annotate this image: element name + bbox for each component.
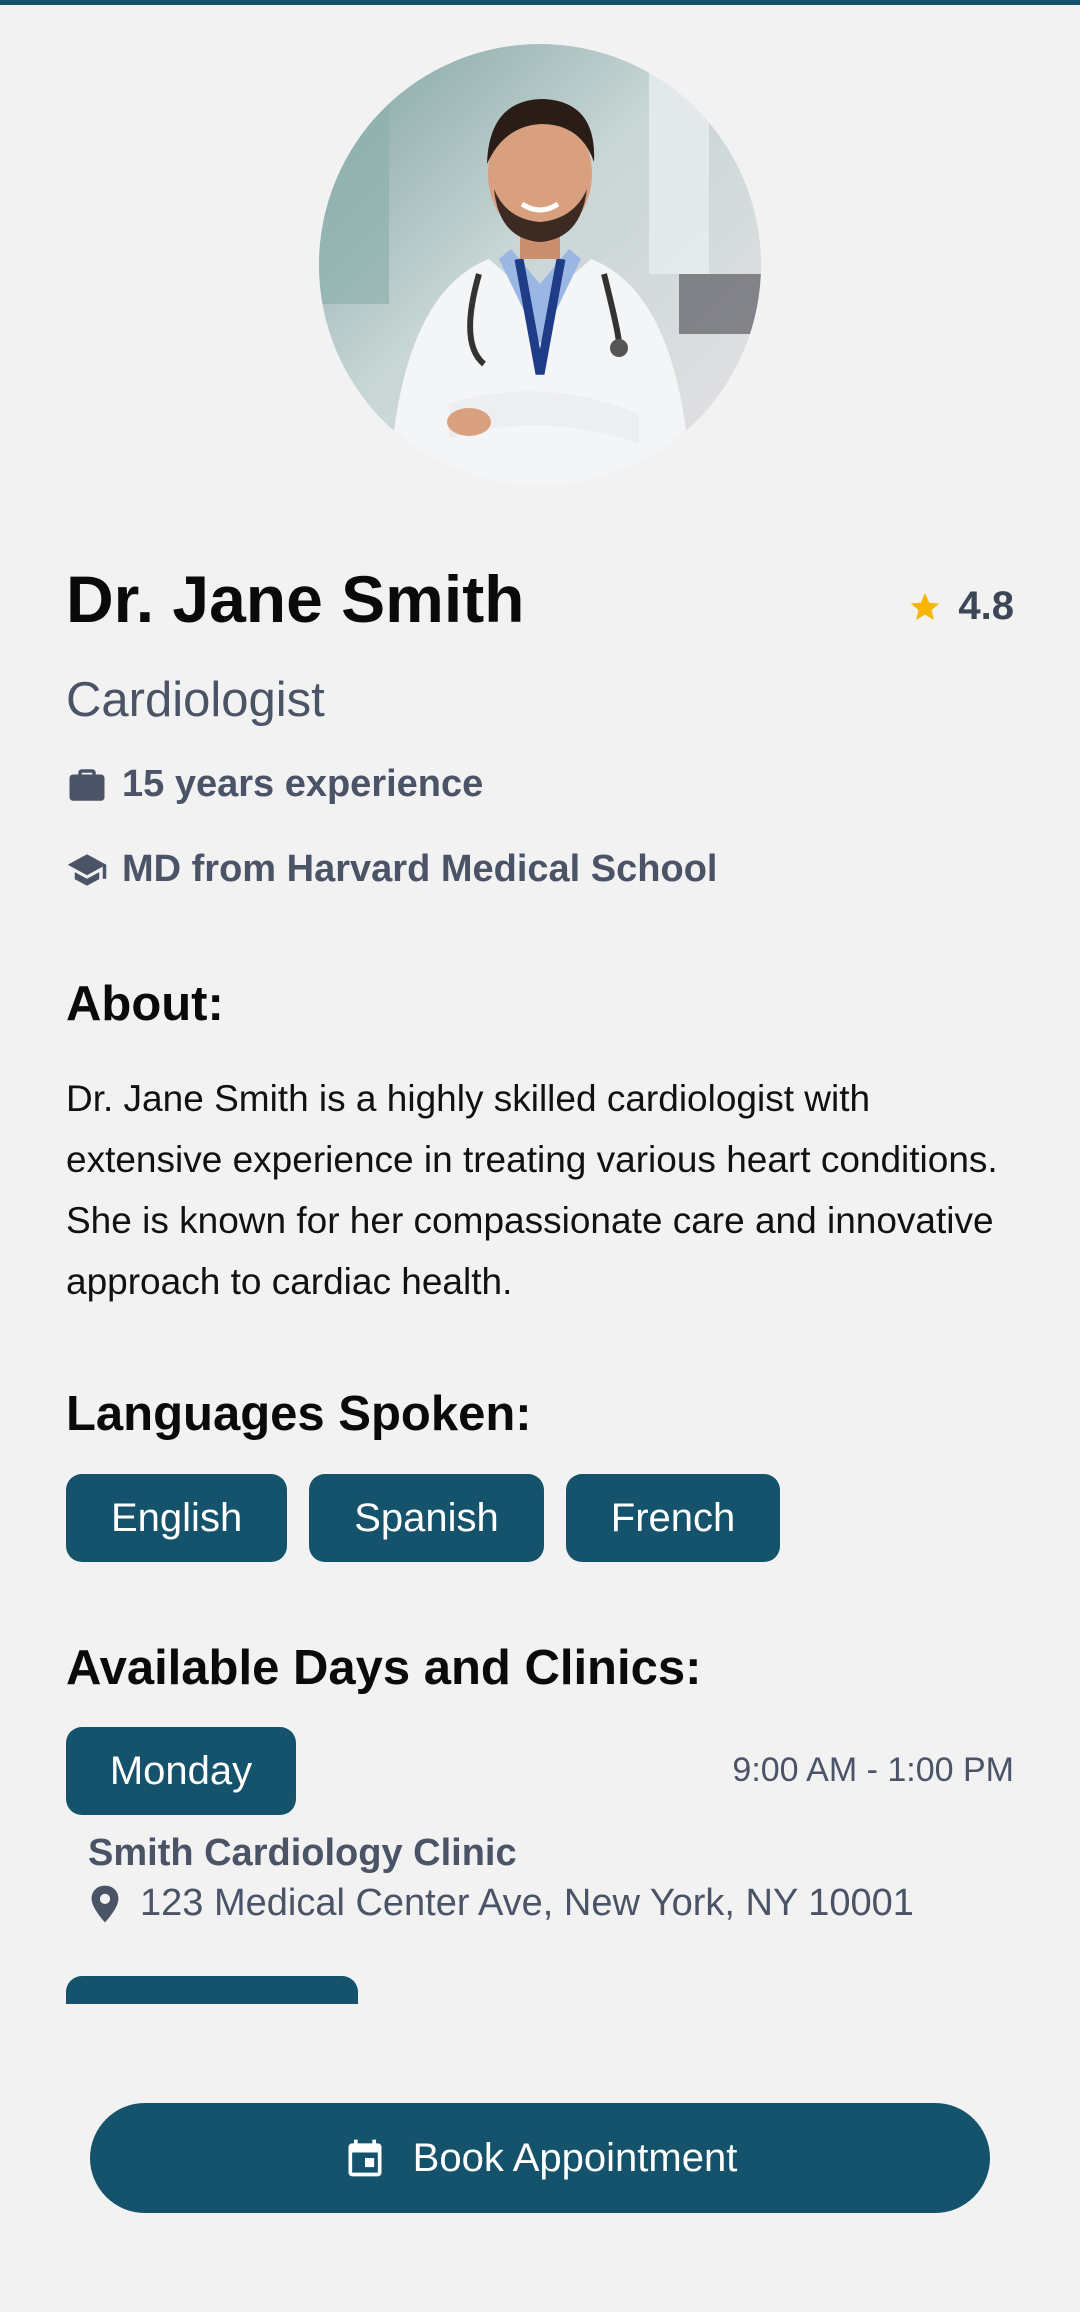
about-text: Dr. Jane Smith is a highly skilled cardi… — [66, 1078, 998, 1302]
day-chip-partial[interactable] — [66, 1976, 358, 2004]
book-appointment-label: Book Appointment — [412, 2135, 738, 2180]
top-accent-bar — [0, 0, 1080, 5]
clinic-name: Smith Cardiology Clinic — [88, 1832, 517, 1874]
languages-title: Languages Spoken: — [66, 1387, 532, 1441]
location-pin-icon — [88, 1884, 122, 1924]
doctor-name: Dr. Jane Smith — [66, 562, 525, 636]
doctor-specialty: Cardiologist — [66, 673, 325, 727]
day-chip-monday[interactable]: Monday — [66, 1727, 296, 1815]
experience-text: 15 years experience — [122, 763, 484, 805]
star-icon — [908, 590, 942, 624]
experience-row: 15 years experience — [66, 763, 483, 806]
doctor-avatar — [319, 44, 761, 486]
rating-value: 4.8 — [958, 584, 1014, 628]
availability-title: Available Days and Clinics: — [66, 1641, 702, 1695]
language-chip-french[interactable]: French — [565, 1474, 781, 1562]
book-appointment-button[interactable]: Book Appointment — [90, 2103, 990, 2213]
education-row: MD from Harvard Medical School — [66, 848, 717, 891]
graduation-cap-icon — [66, 849, 108, 891]
day-hours: 9:00 AM - 1:00 PM — [732, 1751, 1014, 1789]
clinic-address-row: 123 Medical Center Ave, New York, NY 100… — [88, 1882, 914, 1925]
rating: 4.8 — [908, 584, 1014, 629]
education-text: MD from Harvard Medical School — [122, 848, 718, 890]
calendar-icon — [343, 2136, 387, 2180]
clinic-address: 123 Medical Center Ave, New York, NY 100… — [140, 1882, 914, 1924]
language-chips: English Spanish French — [66, 1474, 781, 1562]
about-title: About: — [66, 977, 224, 1031]
briefcase-icon — [66, 764, 108, 806]
language-chip-english[interactable]: English — [66, 1474, 288, 1562]
language-chip-spanish[interactable]: Spanish — [309, 1474, 544, 1562]
doctor-portrait-icon — [319, 44, 761, 486]
